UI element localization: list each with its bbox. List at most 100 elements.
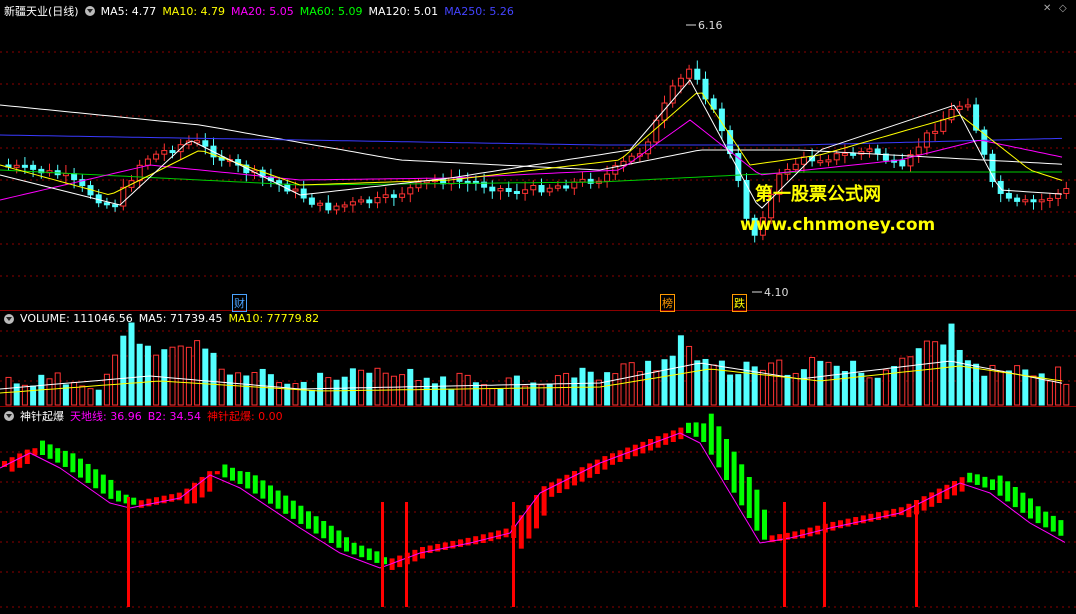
collapse-icon[interactable] <box>4 313 14 324</box>
osc-bar-up <box>876 512 881 521</box>
close-icon[interactable]: ✕ <box>1043 3 1051 14</box>
signal-spike <box>127 497 130 607</box>
volume-bar <box>841 371 848 406</box>
osc-bar-up <box>800 529 805 539</box>
volume-bar <box>718 360 725 406</box>
candle-body <box>30 164 37 170</box>
candle-body <box>940 119 947 132</box>
event-marker-list[interactable]: 榜 <box>660 294 675 312</box>
osc-bar-down <box>230 467 235 481</box>
ma60-line <box>0 169 1062 186</box>
volume-panel[interactable]: VOLUME: 111046.56 MA5: 71739.45 MA10: 77… <box>0 310 1076 406</box>
volume-bar <box>5 376 12 406</box>
candle-body <box>448 177 455 185</box>
volume-bar <box>374 367 381 406</box>
volume-bar <box>809 357 816 406</box>
event-marker-finance[interactable]: 财 <box>232 294 247 312</box>
candle-body <box>169 150 176 154</box>
volume-bar <box>423 377 430 406</box>
osc-bar-down <box>716 426 722 468</box>
volume-ma5-label: MA5: 71739.45 <box>138 312 223 325</box>
osc-bar-up <box>214 471 220 475</box>
volume-header: VOLUME: 111046.56 MA5: 71739.45 MA10: 77… <box>4 312 319 325</box>
volume-bar <box>686 345 693 406</box>
volume-bar <box>956 349 963 406</box>
osc-bar-down <box>78 458 83 478</box>
osc-bar-down <box>70 453 76 473</box>
osc-bar-up <box>473 536 479 545</box>
osc-bar-down <box>298 505 304 524</box>
price-panel[interactable]: 新疆天业(日线) MA5: 4.77 MA10: 4.79 MA20: 5.05… <box>0 0 1076 312</box>
candle-body <box>800 156 807 165</box>
candle-body <box>1063 188 1070 194</box>
volume-bar <box>587 371 594 406</box>
osc-bar-up <box>929 492 935 507</box>
volume-bar <box>87 388 94 406</box>
osc-bar-down <box>268 485 273 504</box>
osc-bar-up <box>480 534 486 543</box>
volume-bar <box>300 381 307 406</box>
oscillator-header: 神针起爆 天地线: 36.96 B2: 34.54 神针起爆: 0.00 <box>4 408 283 424</box>
oscillator-panel[interactable]: 神针起爆 天地线: 36.96 B2: 34.54 神针起爆: 0.00 <box>0 406 1076 613</box>
volume-bar <box>571 377 578 406</box>
volume-bar <box>185 346 192 406</box>
osc-bar-down <box>359 545 365 558</box>
signal-label: 神针起爆: 0.00 <box>206 410 283 423</box>
volume-bar <box>497 388 504 406</box>
osc-bar-down <box>1058 520 1064 536</box>
candle-body <box>1022 199 1029 203</box>
osc-bar-down <box>328 525 334 543</box>
volume-bar <box>349 368 356 406</box>
candle-body <box>579 178 586 183</box>
osc-bar-up <box>496 530 501 540</box>
osc-bar-up <box>564 474 570 490</box>
volume-bar <box>858 372 865 406</box>
osc-bar-up <box>442 542 448 550</box>
volume-bar <box>128 322 135 406</box>
osc-bar-up <box>138 500 144 508</box>
low-price-label: 4.10 <box>764 286 789 299</box>
event-marker-drop[interactable]: 跌 <box>732 294 747 312</box>
osc-bar-up <box>435 543 441 552</box>
volume-bar <box>825 361 832 406</box>
signal-spike <box>915 502 918 607</box>
signal-spike <box>783 502 786 607</box>
osc-bar-down <box>336 530 342 548</box>
candle-body <box>989 153 996 182</box>
diamond-icon[interactable]: ◇ <box>1059 3 1067 14</box>
collapse-icon[interactable] <box>84 6 95 16</box>
candle-body <box>817 160 824 164</box>
candle-body <box>161 150 168 155</box>
volume-bar <box>1055 366 1062 406</box>
volume-bar <box>136 343 143 406</box>
volume-bar <box>661 359 668 406</box>
volume-bar <box>440 376 447 406</box>
candle-body <box>103 202 110 206</box>
candle-body <box>850 152 857 156</box>
indicator-name: 神针起爆 <box>20 410 64 423</box>
volume-bar <box>866 377 873 406</box>
osc-bar-up <box>427 545 433 554</box>
signal-spike <box>823 502 826 607</box>
volume-bar <box>882 369 889 406</box>
volume-bar <box>563 372 570 406</box>
candle-body <box>1014 197 1021 202</box>
osc-bar-down <box>116 490 121 502</box>
volume-bar <box>505 377 512 406</box>
osc-bar-up <box>602 456 608 470</box>
osc-bar-up <box>458 539 463 547</box>
candle-body <box>866 148 873 153</box>
osc-bar-down <box>1012 487 1018 508</box>
osc-bar-up <box>853 517 859 525</box>
volume-bar <box>464 374 471 406</box>
osc-bar-down <box>283 495 289 514</box>
candle-body <box>915 146 922 156</box>
osc-bar-down <box>724 439 729 480</box>
volume-bar <box>366 372 373 406</box>
collapse-icon[interactable] <box>4 411 14 421</box>
osc-bar-up <box>17 453 23 468</box>
volume-bar <box>784 374 791 406</box>
osc-bar-up <box>838 520 843 529</box>
candle-body <box>317 202 324 206</box>
watermark-url: www.chnmoney.com <box>740 215 936 235</box>
